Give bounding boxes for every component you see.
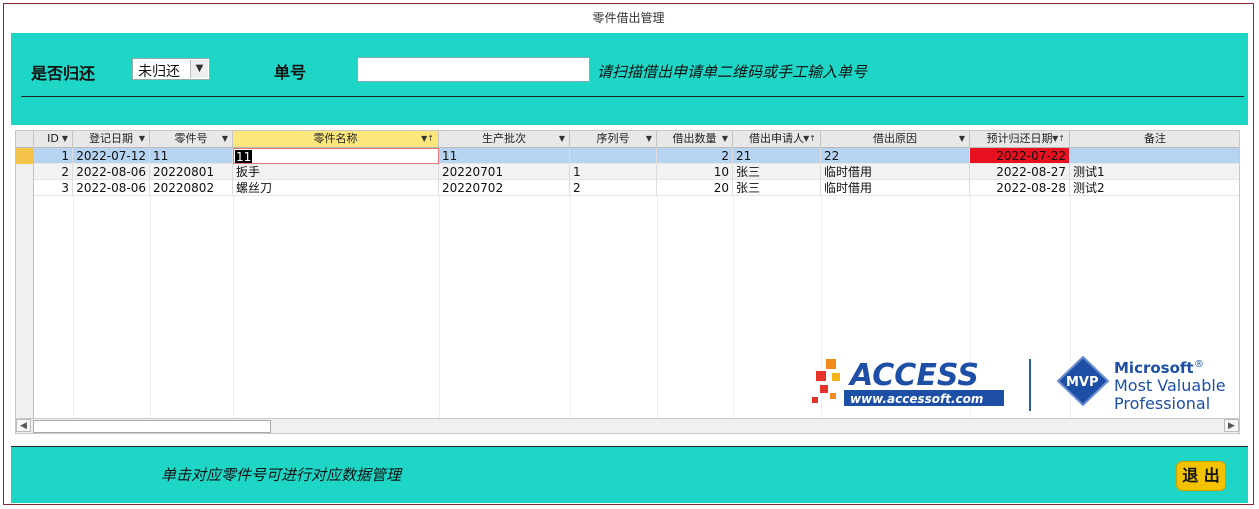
sort-arrow-icon[interactable]: ▼	[62, 131, 68, 147]
sort-ascending-icon[interactable]: ▼↑	[803, 131, 816, 147]
table-cell[interactable]: 2022-08-27	[970, 164, 1070, 180]
column-header-label: 预计归还日期	[986, 132, 1053, 145]
column-header-batch[interactable]: 生产批次 ▼	[439, 131, 570, 148]
table-cell[interactable]: 张三	[733, 164, 821, 180]
table-cell[interactable]: 2022-08-06	[73, 180, 150, 196]
divider	[11, 446, 1248, 447]
column-header-label: 生产批次	[482, 132, 526, 145]
table-cell[interactable]: 20	[657, 180, 733, 196]
table-cell[interactable]: 3	[34, 180, 73, 196]
chevron-down-icon[interactable]: ▼	[190, 60, 208, 78]
table-cell[interactable]: 2022-07-12	[73, 148, 150, 164]
registered-mark-icon: ®	[1194, 359, 1204, 370]
column-header-remark[interactable]: 备注	[1070, 131, 1239, 148]
sort-arrow-icon[interactable]: ▼	[139, 131, 145, 147]
table-cell[interactable]: 1	[34, 148, 73, 164]
table-cell[interactable]: 2	[570, 180, 657, 196]
sort-arrow-icon[interactable]: ▼	[222, 131, 228, 147]
divider	[21, 96, 1244, 97]
loan-table[interactable]: ID ▼ 登记日期 ▼ 零件号 ▼ 零件名称 ▼↑ 生产批次 ▼ 序列号 ▼ 借出数量 ▼ 借…	[15, 130, 1240, 434]
scrollbar-thumb[interactable]	[33, 420, 271, 433]
logo-divider	[1029, 359, 1031, 411]
table-cell[interactable]: 2022-08-28	[970, 180, 1070, 196]
column-header-applicant[interactable]: 借出申请人 ▼↑	[733, 131, 821, 148]
mvp-line1: Microsoft	[1114, 359, 1194, 377]
table-cell[interactable]: 21	[733, 148, 821, 164]
table-cell[interactable]: 20220702	[439, 180, 570, 196]
mvp-line2: Most Valuable	[1114, 376, 1226, 395]
table-cell[interactable]: 临时借用	[821, 180, 970, 196]
footer-hint: 单击对应零件号可进行对应数据管理	[161, 466, 402, 484]
table-cell[interactable]: 22	[821, 148, 970, 164]
current-record-marker[interactable]	[16, 148, 34, 164]
order-label: 单号	[274, 63, 307, 82]
column-header-qty[interactable]: 借出数量 ▼	[657, 131, 733, 148]
sort-arrow-icon[interactable]: ▼	[959, 131, 965, 147]
returned-select[interactable]: 未归还 ▼	[132, 58, 210, 80]
column-header-return-date[interactable]: 预计归还日期 ▼↑	[970, 131, 1070, 148]
table-cell[interactable]: 11	[439, 148, 570, 164]
column-header-label: 零件号	[174, 132, 208, 145]
table-cell[interactable]	[570, 148, 657, 164]
column-header-label: 零件名称	[313, 132, 358, 145]
table-cell[interactable]: 测试1	[1070, 164, 1239, 180]
sort-arrow-icon[interactable]: ▼	[722, 131, 728, 147]
main-window: 零件借出管理 是否归还 未归还 ▼ 单号 请扫描借出申请单二维码或手工输入单号 …	[3, 3, 1254, 505]
selected-text: 11	[235, 150, 253, 164]
column-header-reason[interactable]: 借出原因 ▼	[821, 131, 970, 148]
table-cell[interactable]: 临时借用	[821, 164, 970, 180]
footer-panel: 单击对应零件号可进行对应数据管理 退 出	[11, 446, 1248, 503]
table-cell[interactable]	[1070, 148, 1239, 164]
order-input[interactable]	[357, 57, 590, 82]
table-cell[interactable]: 20220802	[150, 180, 233, 196]
exit-button[interactable]: 退 出	[1176, 461, 1226, 491]
column-header-part-no[interactable]: 零件号 ▼	[150, 131, 233, 148]
mvp-badge-text: MVP	[1066, 375, 1099, 390]
filter-panel: 是否归还 未归还 ▼ 单号 请扫描借出申请单二维码或手工输入单号	[11, 33, 1248, 125]
record-selector-column	[16, 148, 34, 420]
column-header-label: ID	[47, 132, 59, 145]
table-cell[interactable]: 11	[150, 148, 233, 164]
sort-ascending-icon[interactable]: ▼↑	[421, 131, 434, 147]
column-header-label: 借出申请人	[749, 132, 804, 145]
table-cell[interactable]: 2022-08-06	[73, 164, 150, 180]
table-cell[interactable]: 1	[570, 164, 657, 180]
table-cell[interactable]: 张三	[733, 180, 821, 196]
access-logo-text: ACCESS	[848, 358, 979, 393]
returned-label: 是否归还	[31, 64, 96, 83]
table-cell[interactable]: 20220801	[150, 164, 233, 180]
column-header-id[interactable]: ID ▼	[34, 131, 73, 148]
column-header-label: 登记日期	[89, 132, 133, 145]
table-cell[interactable]: 20220701	[439, 164, 570, 180]
column-header-label: 借出原因	[873, 132, 917, 145]
returned-select-value: 未归还	[138, 64, 180, 80]
column-header-label: 备注	[1144, 132, 1166, 145]
table-cell[interactable]: 扳手	[233, 164, 439, 180]
access-logo: ACCESS www.accessoft.com	[810, 353, 1010, 413]
scan-hint: 请扫描借出申请单二维码或手工输入单号	[597, 63, 868, 81]
access-logo-url: www.accessoft.com	[850, 392, 983, 406]
mvp-line3: Professional	[1114, 394, 1210, 413]
sort-ascending-icon[interactable]: ▼↑	[1052, 131, 1065, 147]
column-header-label: 序列号	[596, 132, 630, 145]
window-title: 零件借出管理	[592, 11, 665, 25]
table-cell[interactable]: 测试2	[1070, 180, 1239, 196]
column-header-label: 借出数量	[672, 132, 717, 145]
select-all-cell[interactable]	[16, 131, 34, 148]
column-header-register-date[interactable]: 登记日期 ▼	[73, 131, 150, 148]
column-header-serial[interactable]: 序列号 ▼	[570, 131, 657, 148]
overdue-date-cell[interactable]: 2022-07-22	[970, 148, 1070, 164]
table-cell[interactable]: 2	[657, 148, 733, 164]
table-cell[interactable]: 螺丝刀	[233, 180, 439, 196]
scroll-left-icon[interactable]: ◀	[16, 419, 31, 432]
table-cell-editing[interactable]: 11	[233, 148, 439, 164]
sort-arrow-icon[interactable]: ▼	[646, 131, 652, 147]
horizontal-scrollbar[interactable]: ◀ ▶	[16, 418, 1239, 433]
table-cell[interactable]: 10	[657, 164, 733, 180]
mvp-logo: MVP Microsoft ® Most Valuable Profession…	[1052, 353, 1239, 413]
scroll-right-icon[interactable]: ▶	[1224, 419, 1239, 432]
sort-arrow-icon[interactable]: ▼	[559, 131, 565, 147]
table-cell[interactable]: 2	[34, 164, 73, 180]
column-header-part-name[interactable]: 零件名称 ▼↑	[233, 131, 439, 148]
